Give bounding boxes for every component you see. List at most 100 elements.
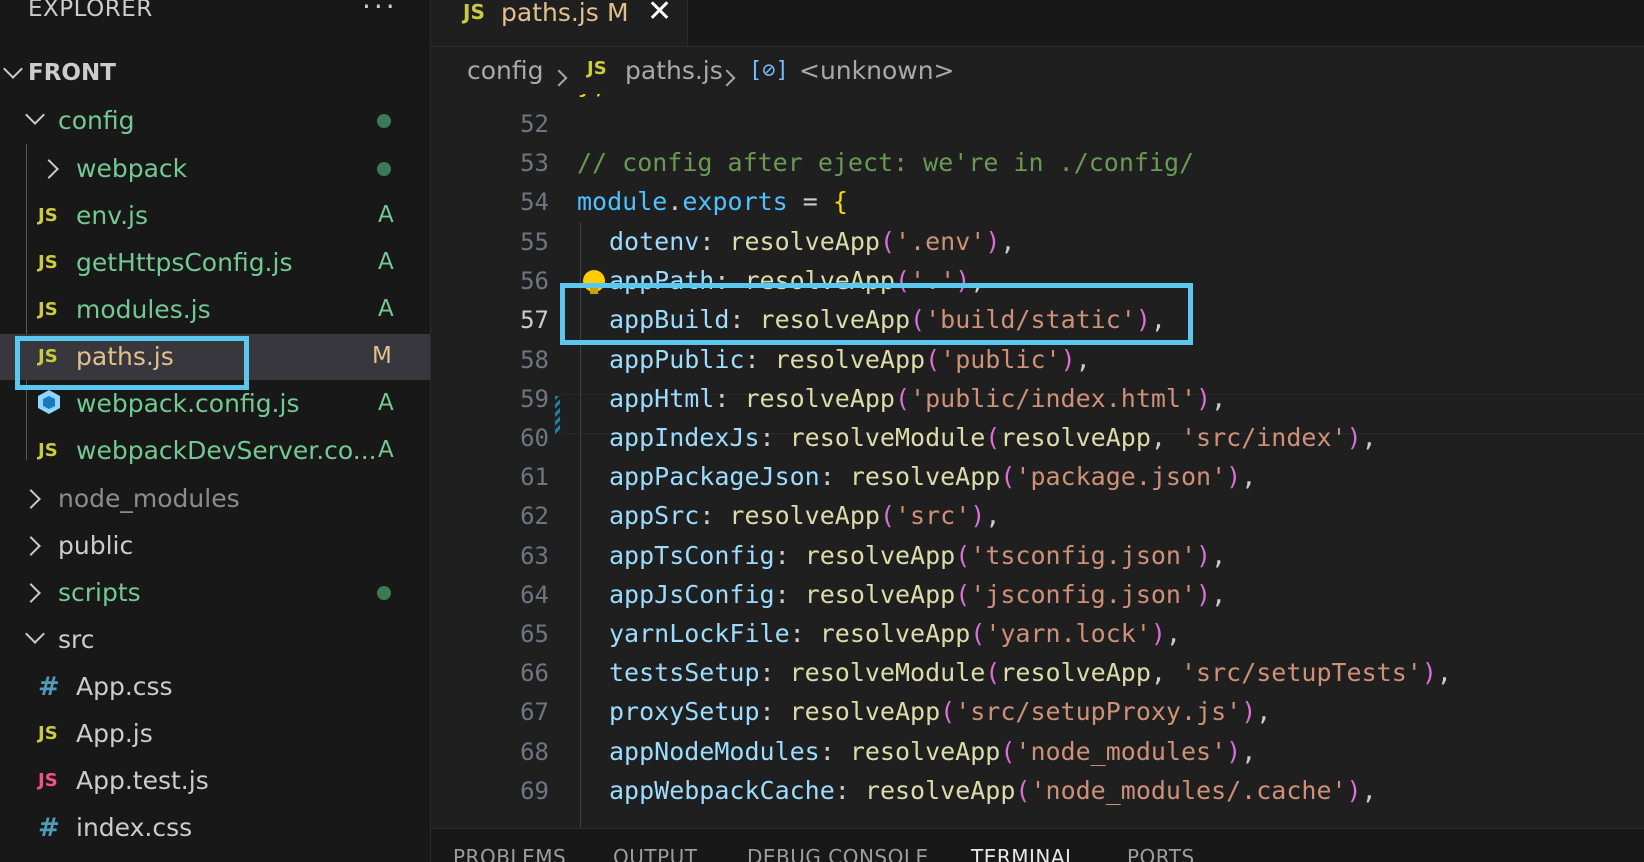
modified-dot-icon — [377, 114, 391, 128]
code-line-property: appTsConfig: resolveApp('tsconfig.json')… — [609, 541, 1227, 570]
line-number: 65 — [520, 620, 549, 648]
tree-item-webpackdevserver[interactable]: JS webpackDevServer.co... A — [0, 428, 430, 474]
line-number: 53 — [520, 149, 549, 177]
tree-item-label: config — [58, 106, 135, 135]
tree-item-app-js[interactable]: JS App.js — [0, 711, 430, 757]
code-line-property: proxySetup: resolveApp('src/setupProxy.j… — [609, 697, 1272, 726]
line-number: 57 — [520, 306, 549, 334]
tree-item-config[interactable]: config — [0, 98, 430, 144]
tree-item-label: App.css — [76, 672, 173, 701]
line-number: 62 — [520, 502, 549, 530]
explorer-sidebar: EXPLORER ··· FRONT config webpack JS env… — [0, 0, 431, 862]
js-test-file-icon: JS — [38, 770, 58, 791]
line-number: 69 — [520, 777, 549, 805]
code-line-property: testsSetup: resolveModule(resolveApp, 's… — [609, 658, 1452, 687]
chevron-right-icon — [39, 159, 59, 179]
tab-ports[interactable]: PORTS — [1127, 845, 1195, 862]
css-file-icon: # — [38, 672, 60, 702]
code-line-property: appIndexJs: resolveModule(resolveApp, 's… — [609, 423, 1377, 452]
tree-item-label: webpack — [76, 154, 188, 183]
tree-item-label: webpack.config.js — [76, 389, 300, 418]
git-status-added: A — [378, 437, 394, 463]
code-area[interactable]: 51 }; 52 53 // config after eject: we're… — [431, 94, 1644, 828]
code-line-module-exports: module.exports = { — [577, 187, 848, 216]
modified-line-gutter-marker — [555, 396, 560, 434]
line-number: 54 — [520, 188, 549, 216]
git-status-added: A — [378, 249, 394, 275]
code-line-comment: // config after eject: we're in ./config… — [577, 148, 1195, 177]
js-file-icon: JS — [38, 723, 58, 744]
line-number: 60 — [520, 424, 549, 452]
js-file-icon: JS — [587, 58, 607, 79]
tree-item-modules-js[interactable]: JS modules.js A — [0, 287, 430, 333]
tree-root-front[interactable]: FRONT — [0, 50, 430, 96]
chevron-down-icon — [3, 59, 23, 79]
js-file-icon: JS — [38, 252, 58, 273]
tab-paths-js[interactable]: JS paths.js M ✕ — [431, 0, 688, 46]
tree-item-src[interactable]: src — [0, 617, 430, 663]
code-line-property: appPackageJson: resolveApp('package.json… — [609, 462, 1257, 491]
breadcrumb-folder[interactable]: config — [467, 56, 544, 85]
annotation-highlight-box — [560, 283, 1193, 345]
more-actions-icon[interactable]: ··· — [362, 0, 398, 23]
breadcrumb-file[interactable]: paths.js — [625, 56, 723, 85]
tree-item-env-js[interactable]: JS env.js A — [0, 193, 430, 239]
line-number: 51 — [451, 94, 549, 98]
js-file-icon: JS — [38, 205, 58, 226]
tab-label: paths.js — [501, 0, 599, 27]
tree-item-label: getHttpsConfig.js — [76, 248, 293, 277]
line-number: 52 — [520, 110, 549, 138]
tree-item-label: node_modules — [58, 484, 240, 513]
tree-item-webpack-config-js[interactable]: webpack.config.js A — [0, 381, 430, 427]
tab-bar: JS paths.js M ✕ — [431, 0, 1644, 47]
code-line-property: appPublic: resolveApp('public'), — [609, 345, 1091, 374]
tree-item-app-test-js[interactable]: JS App.test.js — [0, 758, 430, 804]
git-status-modified: M — [372, 343, 392, 369]
js-file-icon: JS — [463, 0, 485, 24]
tree-item-scripts[interactable]: scripts — [0, 570, 430, 616]
line-number: 55 — [520, 228, 549, 256]
modified-dot-icon — [377, 586, 391, 600]
tree-item-label: public — [58, 531, 134, 560]
symbol-variable-icon: [⊘] — [749, 58, 789, 83]
tree-item-gethttpsconfig-js[interactable]: JS getHttpsConfig.js A — [0, 240, 430, 286]
line-number: 58 — [520, 346, 549, 374]
tree-item-public[interactable]: public — [0, 523, 430, 569]
tab-output[interactable]: OUTPUT — [613, 845, 698, 862]
chevron-down-icon — [25, 105, 45, 125]
line-number: 56 — [520, 267, 549, 295]
tree-item-node-modules[interactable]: node_modules — [0, 476, 430, 522]
tree-item-index-css[interactable]: # index.css — [0, 805, 430, 851]
explorer-title: EXPLORER — [28, 0, 153, 22]
js-file-icon: JS — [38, 440, 58, 461]
tree-item-label: index.css — [76, 813, 193, 842]
code-line-property: yarnLockFile: resolveApp('yarn.lock'), — [609, 619, 1182, 648]
explorer-header: EXPLORER ··· — [0, 0, 430, 34]
line-number: 66 — [520, 659, 549, 687]
tree-item-app-css[interactable]: # App.css — [0, 664, 430, 710]
tab-terminal[interactable]: TERMINAL — [971, 845, 1077, 862]
tree-item-label: App.test.js — [76, 766, 209, 795]
close-icon[interactable]: ✕ — [647, 0, 672, 29]
css-file-icon: # — [38, 813, 60, 843]
tree-item-label: src — [58, 625, 95, 654]
breadcrumb-symbol[interactable]: <unknown> — [799, 56, 955, 85]
tree-item-label: env.js — [76, 201, 148, 230]
modified-dot-icon — [377, 162, 391, 176]
line-number: 67 — [520, 698, 549, 726]
code-line-property: dotenv: resolveApp('.env'), — [609, 227, 1016, 256]
chevron-right-icon — [550, 69, 568, 87]
js-file-icon: JS — [38, 299, 58, 320]
tree-item-label: scripts — [58, 578, 141, 607]
code-line-property: appJsConfig: resolveApp('jsconfig.json')… — [609, 580, 1227, 609]
tree-item-label: webpackDevServer.co... — [76, 436, 377, 465]
panel-tab-bar: PROBLEMS OUTPUT DEBUG CONSOLE TERMINAL P… — [431, 828, 1644, 862]
tab-problems[interactable]: PROBLEMS — [453, 845, 566, 862]
tree-item-webpack[interactable]: webpack — [0, 146, 430, 192]
tab-debug-console[interactable]: DEBUG CONSOLE — [747, 845, 929, 862]
chevron-right-icon — [21, 583, 41, 603]
tree-root-label: FRONT — [28, 60, 116, 86]
chevron-right-icon — [21, 489, 41, 509]
line-number: 63 — [520, 542, 549, 570]
code-line-property: appSrc: resolveApp('src'), — [609, 501, 1001, 530]
